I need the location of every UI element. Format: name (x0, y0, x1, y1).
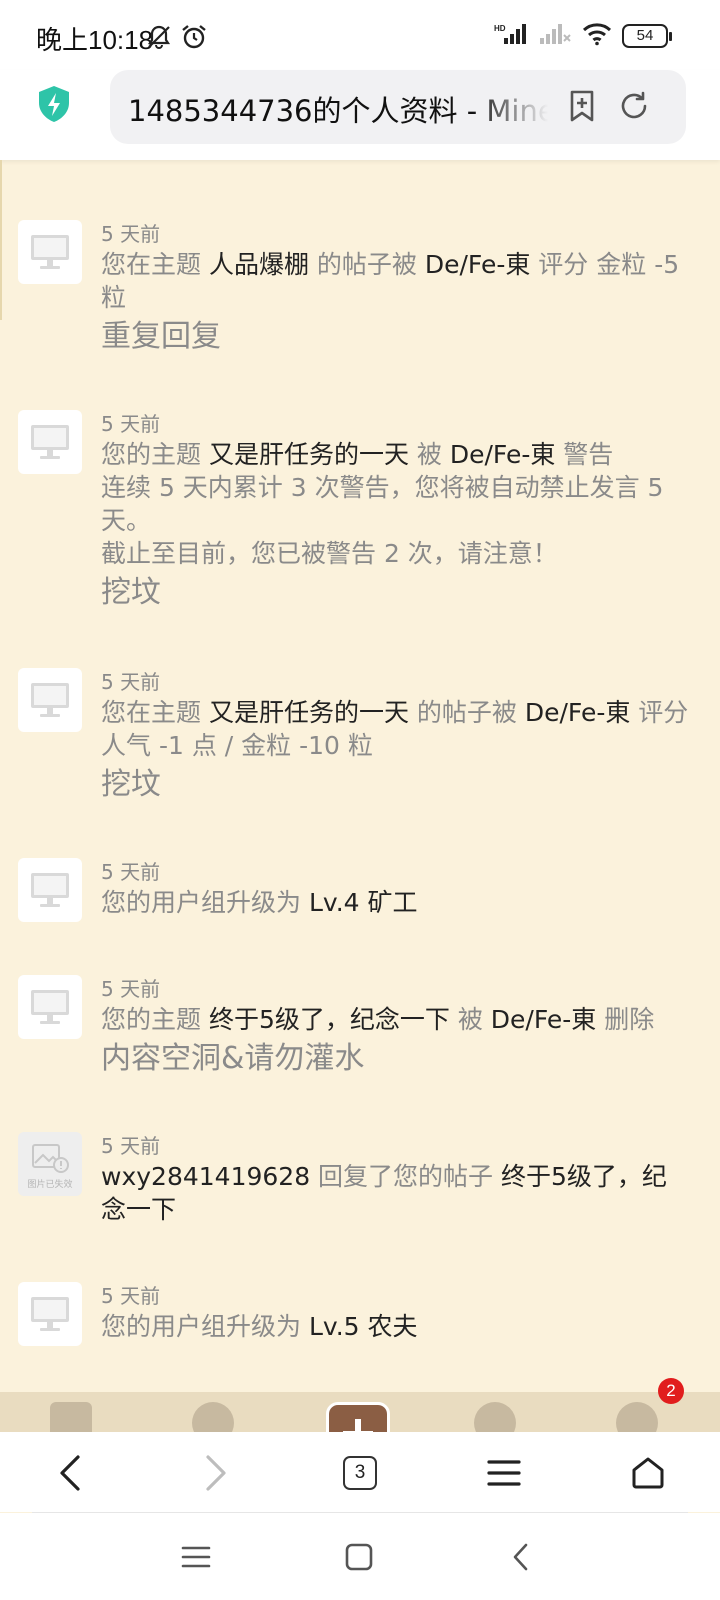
app-bottom-nav: 2 (0, 1378, 720, 1432)
notification-time: 5 天前 (101, 977, 161, 1001)
tabs-icon[interactable]: 3 (337, 1450, 383, 1496)
browser-url-bar: 1485344736的个人资料 - MineBBS (0, 70, 720, 160)
recent-apps-icon[interactable] (180, 1541, 212, 1573)
notification-time: 5 天前 (101, 860, 161, 884)
notification-reason: 内容空洞&请勿灌水 (101, 1041, 365, 1076)
notification-reason: 重复回复 (101, 319, 221, 354)
back-icon[interactable] (48, 1450, 94, 1496)
user-avatar-monitor-icon[interactable] (18, 858, 82, 922)
user-avatar-monitor-icon[interactable] (18, 1282, 82, 1346)
notification-link[interactable]: De/Fe-東 (450, 440, 555, 469)
status-bar: 晚上10:18 HD 54 (0, 0, 720, 70)
alarm-icon (180, 23, 208, 55)
notification-text-part: 您在主题 (101, 250, 209, 279)
notification-badge: 2 (658, 1378, 684, 1404)
left-border (0, 160, 2, 320)
tab-count[interactable]: 3 (343, 1456, 377, 1490)
notification-link[interactable]: wxy2841419628 (101, 1162, 310, 1191)
notification-link[interactable]: Lv.5 农夫 (309, 1312, 418, 1341)
back-triangle-icon[interactable] (506, 1541, 538, 1573)
broken-image-icon[interactable]: 图片已失效 (18, 1132, 82, 1196)
notification-body: 5 天前 您的用户组升级为 Lv.5 农夫 (101, 1282, 690, 1343)
signal-off-icon (538, 22, 572, 50)
notification-text: 您的主题 又是肝任务的一天 被 De/Fe-東 警告 (101, 438, 690, 471)
notification-text-part: 的帖子被 (408, 698, 525, 727)
notification-time: 5 天前 (101, 222, 161, 246)
notification-text-part: 回复了您的帖子 (310, 1162, 502, 1191)
user-avatar-monitor-icon[interactable] (18, 220, 82, 284)
notification-text-part: 被 (449, 1005, 491, 1034)
notification-text-part: 删除 (596, 1005, 655, 1034)
notification-list: 5 天前 您在主题 人品爆棚 的帖子被 De/Fe-東 评分 金粒 -5 粒重复回… (0, 160, 720, 1392)
user-avatar-monitor-icon[interactable] (18, 975, 82, 1039)
battery-icon: 54 (622, 24, 672, 48)
home-icon[interactable] (625, 1450, 671, 1496)
notification-text: wxy2841419628 回复了您的帖子 终于5级了，纪念一下 (101, 1160, 690, 1226)
notification-text: 您的用户组升级为 Lv.4 矿工 (101, 886, 690, 919)
notification-reason: 挖坟 (101, 767, 161, 802)
user-avatar-monitor-icon[interactable] (18, 668, 82, 732)
page-title[interactable]: 1485344736的个人资料 - MineBBS (128, 88, 548, 130)
reload-icon[interactable] (616, 88, 654, 126)
wifi-icon (582, 22, 612, 50)
notification-text-part: 您的主题 (101, 440, 209, 469)
notification-link[interactable]: De/Fe-東 (491, 1005, 596, 1034)
browser-toolbar: 3 (0, 1432, 720, 1512)
mute-bell-icon (146, 24, 172, 54)
forward-icon[interactable] (192, 1450, 238, 1496)
notification-detail-line: 截止至目前，您已被警告 2 次，请注意！ (101, 539, 558, 568)
notification-text-part: 的帖子被 (308, 250, 425, 279)
notification-link[interactable]: 人品爆棚 (209, 250, 309, 279)
notification-text-part: 警告 (555, 440, 614, 469)
notification-text-part: 您的用户组升级为 (101, 1312, 309, 1341)
svg-text:HD: HD (494, 24, 506, 33)
notification-link[interactable]: 终于5级了，纪念一下 (209, 1005, 450, 1034)
address-field[interactable]: 1485344736的个人资料 - MineBBS (110, 70, 686, 144)
post-plus-icon[interactable] (326, 1402, 390, 1432)
status-icons: HD 54 (494, 22, 672, 50)
notification-body: 5 天前 您的主题 终于5级了，纪念一下 被 De/Fe-東 删除 内容空洞&请勿灌… (101, 975, 690, 1080)
notification-text: 您的主题 终于5级了，纪念一下 被 De/Fe-東 删除 (101, 1003, 690, 1036)
activity-icon[interactable] (192, 1402, 234, 1432)
notification-body: 5 天前 您的用户组升级为 Lv.4 矿工 (101, 858, 690, 919)
add-bookmark-icon[interactable] (564, 88, 602, 126)
notification-text-part: 被 (408, 440, 450, 469)
notification-text: 您的用户组升级为 Lv.5 农夫 (101, 1310, 690, 1343)
notification-body: 5 天前 您在主题 人品爆棚 的帖子被 De/Fe-東 评分 金粒 -5 粒重复回… (101, 220, 690, 358)
shield-bolt-icon[interactable] (34, 84, 74, 124)
notification-detail-line: 连续 5 天内累计 3 次警告，您将被自动禁止发言 5 天。 (101, 473, 664, 535)
status-time: 晚上10:18 (36, 25, 154, 55)
notification-text-part: 您的用户组升级为 (101, 888, 309, 917)
notification-link[interactable]: 又是肝任务的一天 (209, 698, 409, 727)
notification-body: 5 天前 wxy2841419628 回复了您的帖子 终于5级了，纪念一下 (101, 1132, 690, 1226)
account-icon[interactable] (616, 1402, 658, 1432)
notification-body: 5 天前 您在主题 又是肝任务的一天 的帖子被 De/Fe-東 评分 人气 -1 … (101, 668, 690, 806)
user-avatar-monitor-icon[interactable] (18, 410, 82, 474)
notification-text: 您在主题 又是肝任务的一天 的帖子被 De/Fe-東 评分 人气 -1 点 / … (101, 696, 690, 762)
notification-reason: 挖坟 (101, 575, 161, 610)
broken-image-caption: 图片已失效 (27, 1180, 73, 1190)
notification-link[interactable]: Lv.4 矿工 (309, 888, 418, 917)
notification-time: 5 天前 (101, 1284, 161, 1308)
notification-body: 5 天前 您的主题 又是肝任务的一天 被 De/Fe-東 警告 连续 5 天内累计 … (101, 410, 690, 614)
notification-link[interactable]: De/Fe-東 (425, 250, 530, 279)
notification-link[interactable]: De/Fe-東 (525, 698, 630, 727)
home-square-icon[interactable] (343, 1541, 375, 1573)
notification-link[interactable]: 又是肝任务的一天 (209, 440, 409, 469)
hd-signal-icon: HD (494, 22, 528, 50)
notification-time: 5 天前 (101, 670, 161, 694)
notification-text-part: 您的主题 (101, 1005, 209, 1034)
menu-icon[interactable] (481, 1450, 527, 1496)
notification-time: 5 天前 (101, 412, 161, 436)
home-icon[interactable] (50, 1402, 92, 1432)
notification-time: 5 天前 (101, 1134, 161, 1158)
notification-text-part: 您在主题 (101, 698, 209, 727)
notification-text: 您在主题 人品爆棚 的帖子被 De/Fe-東 评分 金粒 -5 粒 (101, 248, 690, 314)
system-nav-bar (0, 1513, 720, 1600)
members-icon[interactable] (474, 1402, 516, 1432)
